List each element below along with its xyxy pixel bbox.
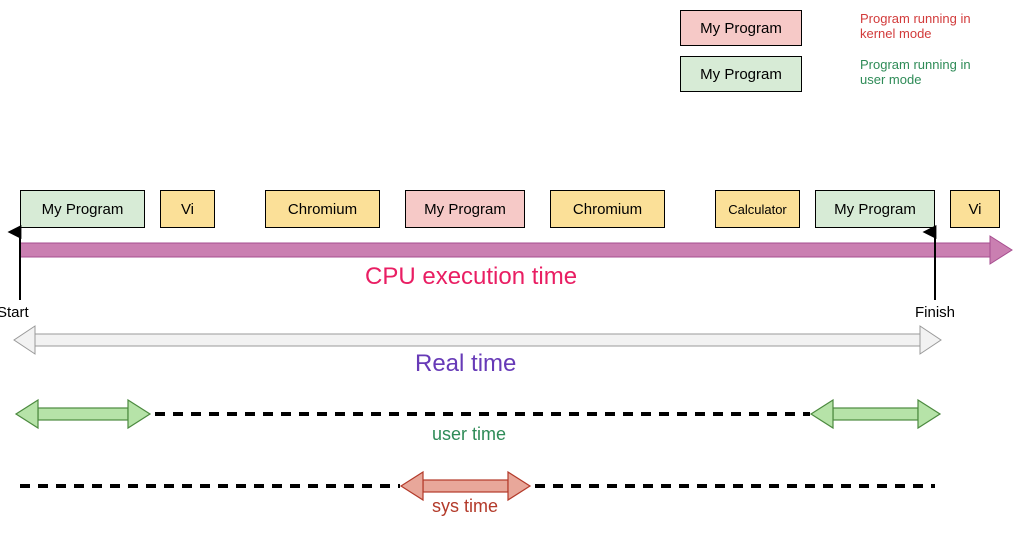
sys-time-arrow	[401, 472, 530, 500]
real-time-arrow	[14, 326, 941, 354]
user-time-right-arrow	[811, 400, 940, 428]
diagram-svg	[0, 0, 1024, 534]
user-time-left-arrow	[16, 400, 150, 428]
cpu-time-arrow	[20, 236, 1012, 264]
